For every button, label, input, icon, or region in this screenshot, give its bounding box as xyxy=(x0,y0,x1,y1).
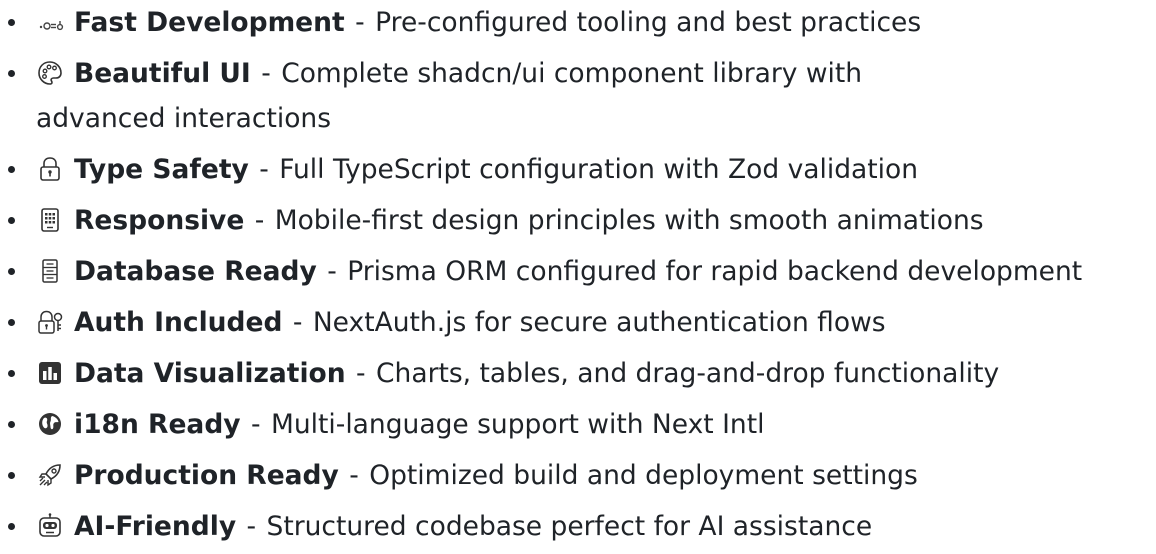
feature-separator: - xyxy=(284,307,311,338)
feature-description: Mobile-first design principles with smoo… xyxy=(274,205,984,236)
feature-separator: - xyxy=(318,256,346,287)
feature-item-responsive: Responsive - Mobile-first design princip… xyxy=(0,198,1156,243)
palette-icon xyxy=(36,59,64,87)
feature-item-beautiful-ui: Beautiful UI - Complete shadcn/ui compon… xyxy=(0,51,936,141)
feature-separator: - xyxy=(242,409,269,440)
feature-separator: - xyxy=(246,205,273,236)
globe-icon xyxy=(36,410,64,438)
robot-icon xyxy=(36,512,64,540)
feature-title: AI-Friendly xyxy=(74,511,237,542)
feature-title: i18n Ready xyxy=(74,409,241,440)
rocket-icon xyxy=(36,461,64,489)
feature-description: NextAuth.js for secure authentication fl… xyxy=(312,307,886,338)
mobile-icon xyxy=(36,206,64,234)
database-icon xyxy=(36,257,64,285)
feature-title: Beautiful UI xyxy=(74,58,251,89)
feature-description: Structured codebase perfect for AI assis… xyxy=(266,511,873,542)
feature-description: Pre-configured tooling and best practice… xyxy=(375,7,922,38)
feature-separator: - xyxy=(340,460,368,491)
gears-icon xyxy=(36,8,64,36)
feature-title: Auth Included xyxy=(74,307,283,338)
feature-item-data-visualization: Data Visualization - Charts, tables, and… xyxy=(0,351,1156,396)
feature-list: Fast Development - Pre-configured toolin… xyxy=(0,0,1156,549)
feature-item-auth-included: Auth Included - NextAuth.js for secure a… xyxy=(0,300,1156,345)
feature-item-production-ready: Production Ready - Optimized build and d… xyxy=(0,453,1156,498)
feature-description: Full TypeScript configuration with Zod v… xyxy=(279,154,919,185)
feature-description: Charts, tables, and drag-and-drop functi… xyxy=(376,358,1000,389)
feature-item-database-ready: Database Ready - Prisma ORM configured f… xyxy=(0,249,1156,294)
feature-title: Data Visualization xyxy=(74,358,346,389)
feature-item-i18n-ready: i18n Ready - Multi-language support with… xyxy=(0,402,1156,447)
feature-title: Responsive xyxy=(74,205,245,236)
feature-item-ai-friendly: AI-Friendly - Structured codebase perfec… xyxy=(0,504,1156,549)
feature-separator: - xyxy=(238,511,265,542)
feature-title: Type Safety xyxy=(74,154,249,185)
key-lock-icon xyxy=(36,308,64,336)
feature-title: Fast Development xyxy=(74,7,345,38)
feature-title: Production Ready xyxy=(74,460,339,491)
feature-separator: - xyxy=(347,358,375,389)
lock-icon xyxy=(36,155,64,183)
feature-description: Multi-language support with Next Intl xyxy=(270,409,765,440)
feature-item-fast-development: Fast Development - Pre-configured toolin… xyxy=(0,0,1156,45)
feature-description: Optimized build and deployment settings xyxy=(369,460,918,491)
feature-separator: - xyxy=(346,7,374,38)
feature-description: Prisma ORM configured for rapid backend … xyxy=(347,256,1083,287)
bar-chart-icon xyxy=(36,359,64,387)
feature-separator: - xyxy=(252,58,280,89)
feature-separator: - xyxy=(250,154,278,185)
feature-item-type-safety: Type Safety - Full TypeScript configurat… xyxy=(0,147,1156,192)
feature-title: Database Ready xyxy=(74,256,317,287)
